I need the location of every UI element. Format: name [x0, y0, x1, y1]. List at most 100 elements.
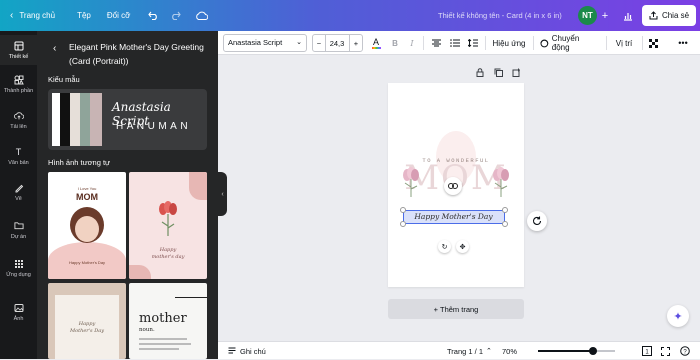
- effects-button[interactable]: Hiệu ứng: [490, 34, 528, 52]
- rail-item-photos[interactable]: Ảnh: [0, 297, 37, 327]
- analytics-icon[interactable]: [620, 6, 636, 25]
- color-swatch: [80, 93, 90, 146]
- thumb-title: MOM: [76, 192, 98, 202]
- undo-icon[interactable]: [142, 0, 164, 31]
- transparency-icon[interactable]: [646, 34, 660, 52]
- image-icon: [14, 303, 24, 313]
- font-family-dropdown[interactable]: Anastasia Script ⌄: [223, 34, 307, 52]
- selected-text-box[interactable]: Happy Mother's Day: [400, 207, 508, 227]
- file-label: Tệp: [77, 11, 91, 20]
- text-toolbar: Anastasia Script ⌄ − 24,3 + A B I Hiệu ứ…: [218, 31, 700, 55]
- design-page[interactable]: TO A WONDERFUL MOM Happy Mother's Day ↻ …: [388, 83, 524, 287]
- tulip-illustration: [159, 201, 177, 236]
- page-indicator[interactable]: Trang 1 / 1 ⌃: [447, 342, 492, 360]
- regenerate-icon[interactable]: [527, 211, 547, 231]
- resize-handle[interactable]: [400, 221, 406, 227]
- zoom-slider-fill: [538, 350, 594, 352]
- similar-template-thumb[interactable]: I Love You MOM Happy Mother's Day: [48, 172, 126, 279]
- divider: [423, 36, 424, 50]
- more-options-icon[interactable]: •••: [676, 34, 690, 52]
- page-count-icon[interactable]: 1: [642, 342, 652, 360]
- magic-assistant-icon[interactable]: ✦: [667, 305, 689, 327]
- resize-handle[interactable]: [502, 221, 508, 227]
- font-size-increase[interactable]: +: [349, 34, 363, 52]
- rail-item-elements[interactable]: Thành phần: [0, 69, 37, 99]
- file-menu-button[interactable]: Tệp: [69, 0, 99, 31]
- rail-item-design[interactable]: Thiết kế: [0, 35, 37, 65]
- avatar[interactable]: NT: [578, 6, 597, 25]
- share-button[interactable]: Chia sẻ: [642, 5, 696, 26]
- styles-section-label: Kiểu mẫu: [48, 75, 80, 84]
- cloud-save-icon[interactable]: [190, 0, 212, 31]
- rail-item-apps[interactable]: Ứng dụng: [0, 253, 37, 283]
- animate-button[interactable]: Chuyển động: [540, 34, 598, 52]
- text-placeholder-line: [139, 348, 179, 350]
- template-panel: ‹ Elegant Pink Mother's Day Greeting (Ca…: [37, 31, 218, 359]
- font-size-input[interactable]: 24,3: [325, 34, 349, 52]
- add-collaborator-icon[interactable]: +: [598, 6, 612, 25]
- apps-grid-icon: [14, 259, 24, 269]
- pen-icon: [14, 183, 24, 193]
- face-illustration: [75, 216, 99, 242]
- folder-icon: [13, 221, 24, 231]
- collapse-panel-button[interactable]: ‹: [218, 172, 227, 216]
- notes-button[interactable]: Ghi chú: [228, 342, 266, 360]
- similar-template-thumb[interactable]: Happy Mother's Day: [48, 283, 126, 359]
- thumb-text: Happy: [78, 321, 96, 327]
- font-family-value: Anastasia Script: [228, 38, 283, 47]
- notes-icon: [228, 347, 236, 354]
- text-placeholder-line: [139, 338, 187, 340]
- back-chevron-icon[interactable]: ‹: [53, 43, 56, 54]
- text-placeholder-line: [139, 343, 191, 345]
- similar-template-thumb[interactable]: mother noun.: [129, 283, 207, 359]
- similar-template-thumb[interactable]: Happy mother's day: [129, 172, 207, 279]
- rail-item-projects[interactable]: Dự án: [0, 215, 37, 245]
- style-preset-card[interactable]: Anastasia Script HANUMAN: [48, 89, 207, 150]
- italic-icon[interactable]: I: [405, 34, 419, 52]
- resize-handle[interactable]: [400, 207, 406, 213]
- resize-button[interactable]: Đổi cỡ: [99, 0, 138, 31]
- resize-handle[interactable]: [502, 207, 508, 213]
- thumb-text: I Love You: [77, 186, 97, 191]
- add-page-icon[interactable]: [512, 68, 521, 79]
- color-swatch: [90, 93, 102, 146]
- animate-icon: [540, 39, 549, 47]
- home-button[interactable]: ‹ Trang chủ: [0, 0, 63, 31]
- move-icon[interactable]: ✥: [456, 240, 469, 253]
- fullscreen-icon[interactable]: [661, 342, 670, 360]
- color-swatch: [52, 93, 60, 146]
- cloud-upload-icon: [13, 111, 24, 121]
- redo-icon[interactable]: [164, 0, 186, 31]
- rail-label-text: Văn bản: [8, 159, 29, 166]
- link-icon[interactable]: [444, 177, 462, 195]
- text-color-icon[interactable]: A: [369, 34, 383, 52]
- rotate-icon[interactable]: ↻: [438, 240, 451, 253]
- flower-illustration: [493, 167, 509, 197]
- add-page-button[interactable]: + Thêm trang: [388, 299, 524, 319]
- align-center-icon[interactable]: [429, 34, 443, 52]
- rail-item-draw[interactable]: Vẽ: [0, 177, 37, 207]
- list-icon[interactable]: [448, 34, 462, 52]
- line-spacing-icon[interactable]: [466, 34, 480, 52]
- rail-item-text[interactable]: T Văn bản: [0, 141, 37, 171]
- font-size-decrease[interactable]: −: [312, 34, 326, 52]
- bold-icon[interactable]: B: [388, 34, 402, 52]
- page-label: Trang 1 / 1: [447, 346, 483, 356]
- help-icon[interactable]: ?: [680, 342, 690, 360]
- rail-label-apps: Ứng dụng: [6, 271, 31, 278]
- share-label: Chia sẻ: [661, 11, 690, 20]
- zoom-slider-knob[interactable]: [589, 347, 598, 355]
- lock-icon[interactable]: [476, 68, 484, 79]
- zoom-slider[interactable]: [538, 347, 615, 355]
- rail-item-uploads[interactable]: Tải lên: [0, 105, 37, 135]
- chevron-left-icon: ‹: [10, 10, 14, 21]
- duplicate-page-icon[interactable]: [494, 68, 503, 79]
- zoom-percentage[interactable]: 70%: [502, 342, 517, 360]
- color-swatch: [60, 93, 70, 146]
- position-button[interactable]: Vị trí: [611, 34, 637, 52]
- rail-label-design: Thiết kế: [8, 53, 29, 60]
- divider: [533, 36, 534, 50]
- template-title: Elegant Pink Mother's Day Greeting (Card…: [69, 42, 204, 66]
- document-title[interactable]: Thiết kế không tên - Card (4 in x 6 in): [438, 0, 562, 31]
- rail-label-draw: Vẽ: [15, 195, 22, 202]
